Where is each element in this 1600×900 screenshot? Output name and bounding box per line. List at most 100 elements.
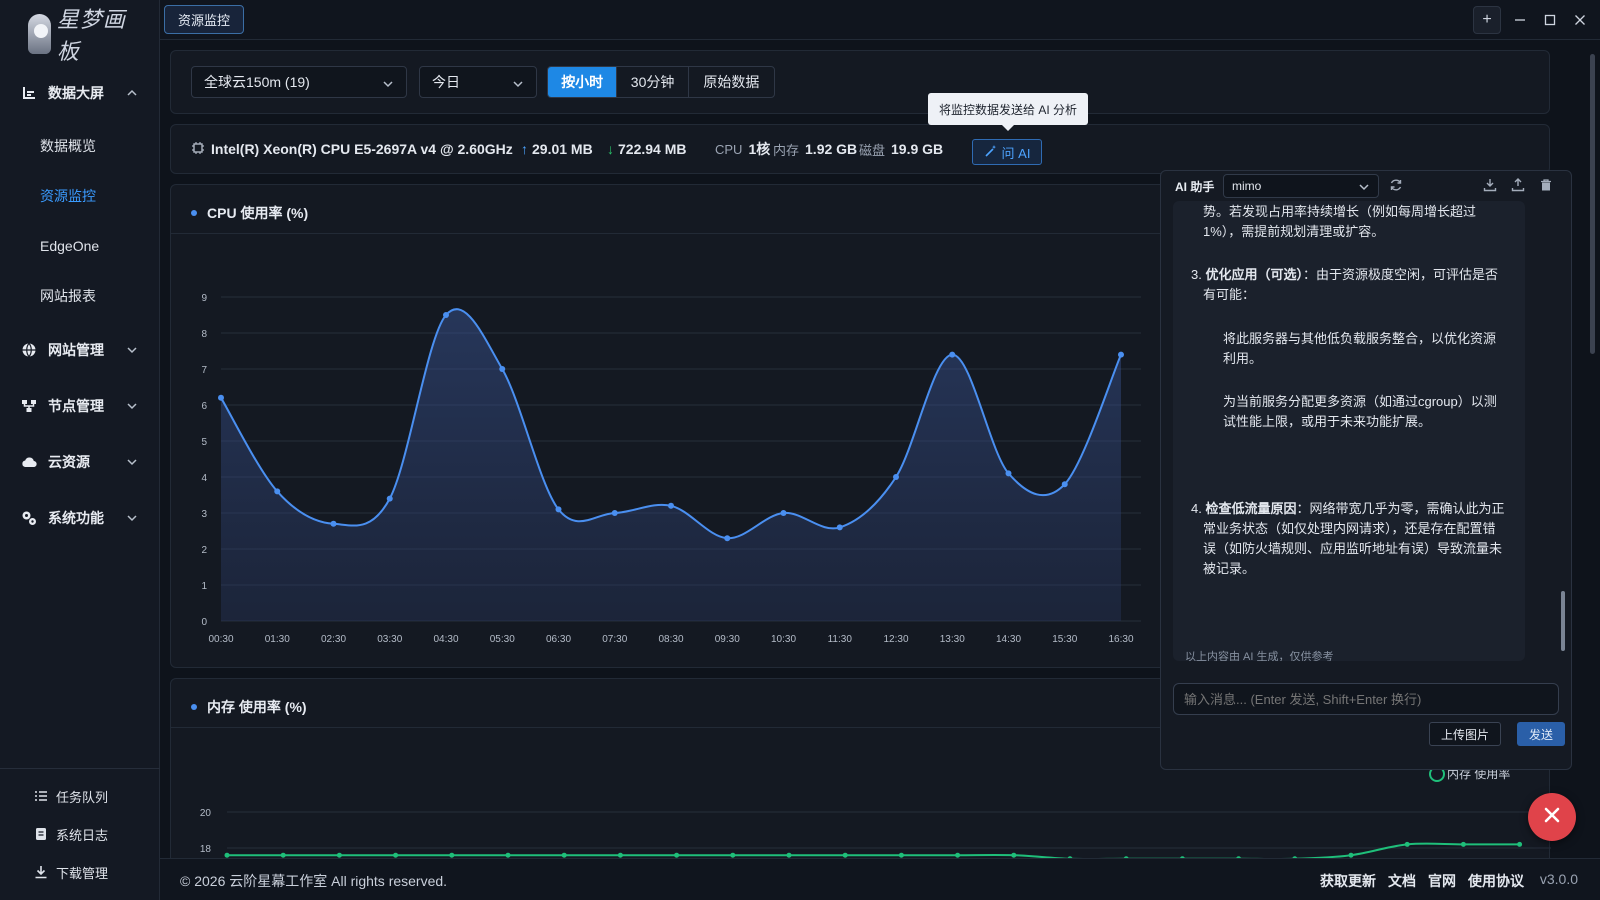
upload-info: ↑ 29.01 MB: [521, 125, 593, 173]
memory-chart-title: 内存 使用率 (%): [191, 697, 307, 717]
sidebar-item-edgeone[interactable]: EdgeOne: [0, 226, 160, 266]
sidebar-group-sites[interactable]: 网站管理: [0, 330, 160, 370]
memory-info: 内存 1.92 GB: [773, 125, 857, 173]
granularity-toggle: 按小时 30分钟 原始数据: [547, 66, 775, 98]
ai-list-item: 3. 优化应用（可选）：由于资源极度空闲，可评估是否: [1191, 265, 1498, 285]
app-version: v3.0.0: [1539, 871, 1578, 887]
footer-link-docs[interactable]: 文档: [1388, 871, 1416, 891]
chip-icon: [191, 141, 205, 158]
chevron-down-icon: [1358, 181, 1370, 196]
sidebar-item-site-report[interactable]: 网站报表: [0, 276, 160, 316]
memory-data-point: [898, 852, 904, 858]
ai-model-value: mimo: [1232, 179, 1262, 193]
granularity-raw-button[interactable]: 原始数据: [689, 67, 774, 97]
x-tick-label: 16:30: [1108, 634, 1133, 645]
sidebar-group-cloud[interactable]: 云资源: [0, 442, 160, 482]
send-button[interactable]: 发送: [1517, 722, 1565, 746]
sidebar-group-label: 云资源: [48, 454, 90, 470]
minimize-icon[interactable]: [1506, 6, 1534, 34]
sidebar-system-log[interactable]: 系统日志: [0, 816, 160, 852]
x-tick-label: 13:30: [940, 634, 965, 645]
export-icon[interactable]: [1511, 178, 1527, 194]
cpu-data-point: [218, 394, 224, 401]
sidebar-item-overview[interactable]: 数据概览: [0, 126, 160, 166]
ai-text-line: 势。若发现占用率持续增长（例如每周增长超过: [1203, 204, 1477, 219]
arrow-down-icon: ↓: [607, 141, 614, 157]
nodes-icon: [20, 397, 38, 415]
ai-list-heading: 检查低流量原因: [1205, 501, 1297, 516]
footer-link-terms[interactable]: 使用协议: [1468, 871, 1524, 891]
globe-icon: [20, 341, 38, 359]
upload-image-button[interactable]: 上传图片: [1429, 722, 1501, 746]
close-window-icon[interactable]: [1566, 6, 1594, 34]
date-select[interactable]: 今日: [419, 66, 537, 98]
sidebar-group-label: 系统功能: [48, 510, 104, 526]
ask-ai-tooltip: 将监控数据发送给 AI 分析: [928, 93, 1088, 131]
ai-text-line: 1%），需提前规划清理或扩容。: [1203, 224, 1385, 239]
sidebar: 星梦画板 数据大屏 数据概览 资源监控 EdgeOne 网站报表 网站管理 节点…: [0, 0, 160, 900]
memory-data-point: [842, 852, 848, 858]
x-tick-label: 14:30: [996, 634, 1021, 645]
ai-scroll-thumb[interactable]: [1561, 591, 1565, 651]
chevron-down-icon: [126, 455, 138, 471]
footer: © 2026 云阶星幕工作室 All rights reserved. 获取更新…: [160, 858, 1600, 900]
cpu-data-point: [836, 524, 843, 531]
chevron-down-icon: [512, 77, 524, 93]
trash-icon[interactable]: [1539, 178, 1555, 194]
y-tick-label: 2: [201, 545, 207, 556]
chevron-down-icon: [382, 77, 394, 93]
cpu-cores: 1核: [748, 141, 771, 157]
disk-value: 19.9 GB: [891, 141, 944, 157]
ai-response: 势。若发现占用率持续增长（例如每周增长超过 1%），需提前规划清理或扩容。 3.…: [1173, 201, 1525, 661]
footer-link-update[interactable]: 获取更新: [1320, 871, 1376, 891]
app-logo[interactable]: 星梦画板: [28, 8, 138, 65]
memory-data-point: [505, 852, 511, 858]
y-tick-label: 1: [201, 581, 207, 592]
sidebar-group-nodes[interactable]: 节点管理: [0, 386, 160, 426]
server-select[interactable]: 全球云150m (19): [191, 66, 407, 98]
y-tick-label: 9: [201, 293, 207, 304]
ai-list-number: 4.: [1191, 501, 1206, 516]
list-icon: [34, 789, 48, 803]
sidebar-group-dashboard[interactable]: 数据大屏: [0, 73, 160, 113]
cpu-data-point: [1061, 481, 1068, 488]
disk-label: 磁盘: [859, 142, 886, 158]
ai-message-input[interactable]: [1173, 683, 1559, 715]
x-tick-label: 15:30: [1052, 634, 1077, 645]
sidebar-task-queue[interactable]: 任务队列: [0, 778, 160, 814]
sidebar-footer-label: 系统日志: [56, 827, 109, 843]
page-scrollbar[interactable]: [1590, 48, 1596, 848]
granularity-30min-button[interactable]: 30分钟: [617, 67, 689, 97]
sidebar-group-system[interactable]: 系统功能: [0, 498, 160, 538]
magic-wand-icon: [984, 144, 998, 161]
add-tab-icon[interactable]: +: [1473, 6, 1501, 34]
x-tick-label: 03:30: [377, 634, 402, 645]
close-ai-button[interactable]: [1528, 793, 1576, 841]
ask-ai-button[interactable]: 问 AI: [972, 139, 1042, 165]
ai-text-line: 常业务状态（如仅处理内网请求），还是存在配置错: [1203, 521, 1496, 536]
refresh-icon[interactable]: [1389, 178, 1405, 194]
y-tick-label: 3: [201, 509, 207, 520]
x-tick-label: 05:30: [490, 634, 515, 645]
download-icon: [34, 865, 48, 879]
memory-data-point: [1404, 841, 1410, 847]
x-tick-label: 07:30: [602, 634, 627, 645]
ai-model-select[interactable]: mimo: [1223, 174, 1379, 198]
maximize-icon[interactable]: [1536, 6, 1564, 34]
page-scroll-thumb[interactable]: [1590, 54, 1595, 354]
sidebar-group-label: 网站管理: [48, 342, 104, 358]
cpu-data-point: [499, 366, 506, 372]
granularity-hourly-button[interactable]: 按小时: [548, 67, 618, 97]
sidebar-item-resource-monitor[interactable]: 资源监控: [0, 176, 160, 216]
cloud-icon: [20, 453, 38, 471]
server-info-bar: Intel(R) Xeon(R) CPU E5-2697A v4 @ 2.60G…: [170, 124, 1550, 174]
tab-resource-monitor[interactable]: 资源监控: [164, 5, 244, 34]
download-value: 722.94 MB: [618, 141, 687, 157]
ai-scrollbar[interactable]: [1561, 211, 1567, 671]
sidebar-download-manager[interactable]: 下载管理: [0, 854, 160, 890]
mem-value: 1.92 GB: [805, 141, 858, 157]
ai-list-item: 4. 检查低流量原因：网络带宽几乎为零，需确认此为正: [1191, 499, 1505, 519]
footer-link-website[interactable]: 官网: [1428, 871, 1456, 891]
import-icon[interactable]: [1483, 178, 1499, 194]
y-tick-label: 18: [200, 844, 212, 855]
